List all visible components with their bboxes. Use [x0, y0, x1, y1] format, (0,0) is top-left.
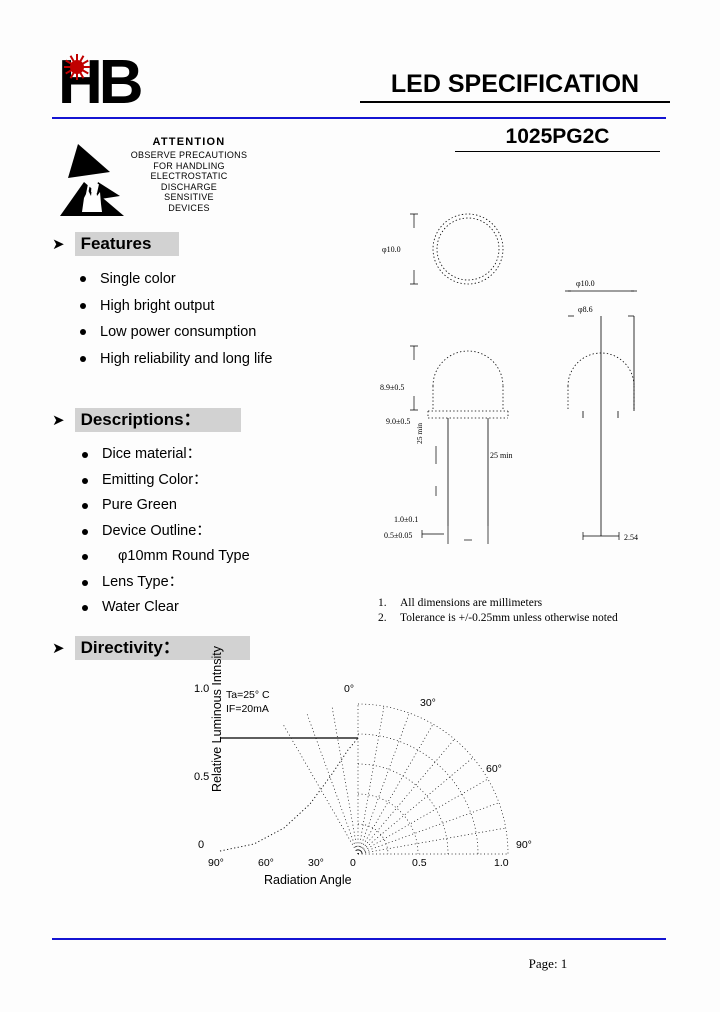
- chart-polar-angle-label: 30°: [420, 697, 436, 709]
- esd-warning-block: ATTENTION OBSERVE PRECAUTIONS FOR HANDLI…: [58, 136, 258, 224]
- esd-line: ELECTROSTATIC: [150, 171, 228, 181]
- company-logo: HB: [58, 52, 168, 114]
- svg-text:25 min: 25 min: [490, 451, 512, 460]
- footer-divider: [52, 938, 666, 940]
- mechanical-drawing: φ10.0 8.9±0.5 9.0±0.5 25 min 25 min 0.5±…: [378, 196, 678, 596]
- arrow-bullet-icon: ➤: [52, 235, 65, 253]
- chart-radius-tick: 1.0: [494, 857, 509, 869]
- chart-condition: Ta=25° C: [226, 689, 270, 701]
- section-header-features: ➤ Features: [52, 232, 180, 256]
- chart-x-tick: 0: [350, 857, 356, 869]
- page-number: Page: 1: [528, 956, 568, 971]
- chart-condition: IF=20mA: [226, 703, 269, 715]
- chart-radius-tick: 0.5: [412, 857, 427, 869]
- chart-polar-angle-label: 90°: [516, 839, 532, 851]
- chart-x-axis-label: Radiation Angle: [264, 873, 352, 887]
- note-item: 2. Tolerance is +/-0.25mm unless otherwi…: [378, 611, 678, 626]
- list-item-value: Water Clear: [80, 595, 250, 621]
- chart-y-tick: 0: [198, 839, 204, 851]
- header-divider: [52, 117, 666, 119]
- esd-line: SENSITIVE: [164, 192, 214, 202]
- features-list: Single color High bright output Low powe…: [78, 266, 273, 372]
- list-item: Device Outline：: [80, 519, 250, 545]
- svg-text:0.5±0.05: 0.5±0.05: [384, 531, 412, 540]
- svg-text:2.54: 2.54: [624, 533, 638, 542]
- list-item-value: φ10mm Round Type: [80, 544, 250, 570]
- esd-line: FOR HANDLING: [153, 160, 225, 171]
- section-title-descriptions: Descriptions：: [74, 408, 241, 432]
- chart-x-tick: 60°: [258, 857, 274, 869]
- svg-text:φ8.6: φ8.6: [578, 305, 593, 314]
- svg-text:9.0±0.5: 9.0±0.5: [386, 417, 410, 426]
- chart-polar-angle-label: 60°: [486, 763, 502, 775]
- section-title-features: Features: [74, 232, 180, 256]
- arrow-bullet-icon: ➤: [52, 411, 65, 429]
- datasheet-page: HB LED SPECIFICATION 1025PG2C ATTENTION: [0, 0, 720, 1012]
- list-item-value: Pure Green: [80, 493, 250, 519]
- chart-x-tick: 30°: [308, 857, 324, 869]
- esd-line: DISCHARGE: [160, 181, 218, 192]
- svg-text:25 min: 25 min: [415, 423, 424, 444]
- note-text: Tolerance is +/-0.25mm unless otherwise …: [400, 612, 618, 624]
- esd-title: ATTENTION: [152, 136, 226, 148]
- chart-y-tick: 1.0: [194, 683, 209, 695]
- section-header-descriptions: ➤ Descriptions：: [52, 408, 241, 432]
- red-sun-icon: [64, 54, 90, 80]
- esd-line: DEVICES: [168, 202, 210, 213]
- list-item: High reliability and long life: [78, 346, 273, 373]
- directivity-chart: Relative Luminous Intnsity 1.0 0.5 0 Ta=…: [168, 646, 558, 891]
- chart-x-tick: 90°: [208, 857, 224, 869]
- svg-text:φ10.0: φ10.0: [576, 279, 595, 288]
- arrow-bullet-icon: ➤: [52, 639, 65, 657]
- list-item: Single color: [78, 266, 273, 293]
- svg-text:1.0±0.1: 1.0±0.1: [394, 515, 418, 524]
- note-number: 1.: [378, 597, 387, 609]
- list-item: Low power consumption: [78, 319, 273, 346]
- list-item: Lens Type：: [80, 570, 250, 596]
- chart-polar-angle-label: 0°: [344, 683, 354, 695]
- drawing-notes: 1. All dimensions are millimeters 2. Tol…: [378, 596, 678, 626]
- list-item: Emitting Color：: [80, 468, 250, 494]
- esd-line: OBSERVE PRECAUTIONS: [130, 150, 248, 160]
- esd-warning-text: ATTENTION OBSERVE PRECAUTIONS FOR HANDLI…: [120, 136, 258, 213]
- list-item: High bright output: [78, 293, 273, 320]
- part-number: 1025PG2C: [455, 125, 660, 152]
- note-text: All dimensions are millimeters: [400, 597, 543, 609]
- chart-y-tick: 0.5: [194, 771, 209, 783]
- svg-text:φ10.0: φ10.0: [382, 245, 401, 254]
- note-number: 2.: [378, 612, 387, 624]
- svg-text:8.9±0.5: 8.9±0.5: [380, 383, 404, 392]
- page-title: LED SPECIFICATION: [360, 70, 670, 103]
- chart-y-axis-label: Relative Luminous Intnsity: [210, 646, 224, 792]
- descriptions-list: Dice material： Emitting Color： Pure Gree…: [80, 442, 250, 621]
- list-item: Dice material：: [80, 442, 250, 468]
- note-item: 1. All dimensions are millimeters: [378, 596, 678, 611]
